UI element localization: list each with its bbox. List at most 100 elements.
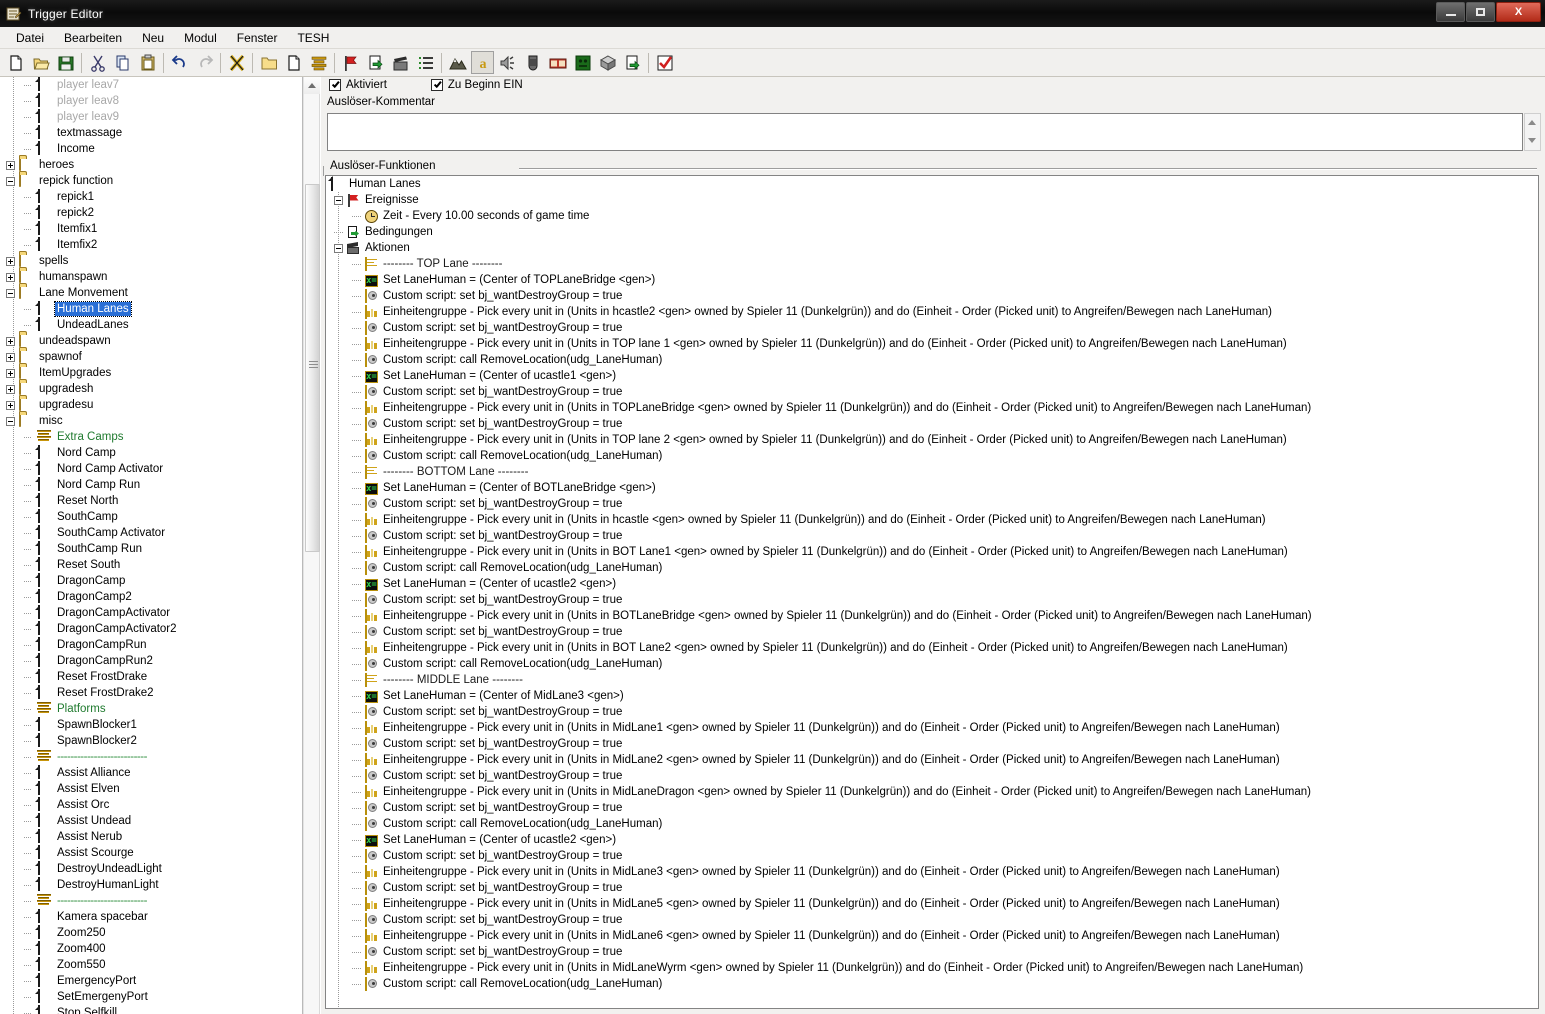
function-row[interactable]: Custom script: set bj_wantDestroyGroup =…: [326, 768, 1538, 784]
scroll-up-arrow-icon[interactable]: [1528, 120, 1536, 125]
function-row[interactable]: Custom script: set bj_wantDestroyGroup =…: [326, 416, 1538, 432]
tree-item[interactable]: DestroyUndeadLight: [0, 861, 302, 877]
paste-icon[interactable]: [136, 51, 159, 74]
function-row[interactable]: Custom script: set bj_wantDestroyGroup =…: [326, 528, 1538, 544]
tree-item[interactable]: SpawnBlocker1: [0, 717, 302, 733]
function-row[interactable]: Einheitengruppe - Pick every unit in (Un…: [326, 864, 1538, 880]
function-row[interactable]: Einheitengruppe - Pick every unit in (Un…: [326, 752, 1538, 768]
tree-item[interactable]: SetEmergenyPort: [0, 989, 302, 1005]
expand-icon[interactable]: [6, 336, 15, 346]
tree-item[interactable]: Reset FrostDrake2: [0, 685, 302, 701]
expand-icon[interactable]: [6, 368, 15, 378]
scroll-down-arrow-icon[interactable]: [1528, 138, 1536, 143]
new-condition-icon[interactable]: [364, 51, 387, 74]
function-row[interactable]: Custom script: set bj_wantDestroyGroup =…: [326, 736, 1538, 752]
tree-item[interactable]: Nord Camp Activator: [0, 461, 302, 477]
tree-item[interactable]: Nord Camp Run: [0, 477, 302, 493]
tree-item[interactable]: ---------------------------: [0, 749, 302, 765]
tree-item[interactable]: spells: [0, 253, 302, 269]
function-row[interactable]: x= Set LaneHuman = (Center of MidLane3 <g…: [326, 688, 1538, 704]
cut-icon[interactable]: [86, 51, 109, 74]
collapse-icon[interactable]: [6, 288, 15, 298]
trigger-tree-panel[interactable]: player leav7 player leav8 player leav9 text…: [0, 77, 303, 1014]
new-category-icon[interactable]: [257, 51, 280, 74]
tree-item[interactable]: repick2: [0, 205, 302, 221]
function-row[interactable]: Einheitengruppe - Pick every unit in (Un…: [326, 304, 1538, 320]
tree-item[interactable]: Kamera spacebar: [0, 909, 302, 925]
tree-item[interactable]: SpawnBlocker2: [0, 733, 302, 749]
tree-item[interactable]: textmassage: [0, 125, 302, 141]
function-row[interactable]: Einheitengruppe - Pick every unit in (Un…: [326, 928, 1538, 944]
function-row[interactable]: -------- BOTTOM Lane --------: [326, 464, 1538, 480]
undo-icon[interactable]: [168, 51, 191, 74]
function-row[interactable]: Custom script: set bj_wantDestroyGroup =…: [326, 320, 1538, 336]
tree-item[interactable]: upgradesh: [0, 381, 302, 397]
tree-item[interactable]: misc: [0, 413, 302, 429]
function-row[interactable]: Einheitengruppe - Pick every unit in (Un…: [326, 336, 1538, 352]
tree-item[interactable]: upgradesu: [0, 397, 302, 413]
function-row[interactable]: Bedingungen: [326, 224, 1538, 240]
enabled-checkbox[interactable]: [329, 79, 341, 91]
tree-scrollbar[interactable]: [303, 77, 320, 1014]
function-row[interactable]: Einheitengruppe - Pick every unit in (Un…: [326, 784, 1538, 800]
tree-item[interactable]: Nord Camp: [0, 445, 302, 461]
function-row[interactable]: Aktionen: [326, 240, 1538, 256]
function-row[interactable]: Custom script: set bj_wantDestroyGroup =…: [326, 944, 1538, 960]
function-row[interactable]: Einheitengruppe - Pick every unit in (Un…: [326, 400, 1538, 416]
terrain-editor-icon[interactable]: [446, 51, 469, 74]
collapse-icon[interactable]: [334, 195, 343, 205]
function-row[interactable]: Einheitengruppe - Pick every unit in (Un…: [326, 640, 1538, 656]
function-row[interactable]: Custom script: call RemoveLocation(udg_L…: [326, 448, 1538, 464]
function-row[interactable]: Custom script: set bj_wantDestroyGroup =…: [326, 800, 1538, 816]
tree-item[interactable]: ItemUpgrades: [0, 365, 302, 381]
tree-item[interactable]: player leav8: [0, 93, 302, 109]
function-row[interactable]: Zeit - Every 10.00 seconds of game time: [326, 208, 1538, 224]
tree-item[interactable]: Reset South: [0, 557, 302, 573]
close-x-icon[interactable]: [225, 51, 248, 74]
tree-item[interactable]: Reset North: [0, 493, 302, 509]
menu-fenster[interactable]: Fenster: [227, 29, 288, 47]
trigger-editor-icon[interactable]: a: [471, 51, 494, 74]
function-row[interactable]: x= Set LaneHuman = (Center of TOPLaneBrid…: [326, 272, 1538, 288]
copy-icon[interactable]: [111, 51, 134, 74]
menu-tesh[interactable]: TESH: [287, 29, 339, 47]
tree-item[interactable]: Assist Elven: [0, 781, 302, 797]
tree-item[interactable]: Lane Monvement: [0, 285, 302, 301]
function-row[interactable]: x= Set LaneHuman = (Center of ucastle2 <g…: [326, 832, 1538, 848]
menu-modul[interactable]: Modul: [174, 29, 227, 47]
expand-icon[interactable]: [6, 160, 15, 170]
tree-item[interactable]: Itemfix2: [0, 237, 302, 253]
tree-item[interactable]: spawnof: [0, 349, 302, 365]
function-row[interactable]: Einheitengruppe - Pick every unit in (Un…: [326, 720, 1538, 736]
comment-scrollbar[interactable]: [1524, 113, 1541, 151]
close-button[interactable]: X: [1496, 2, 1541, 22]
initially-on-checkbox[interactable]: [430, 79, 443, 91]
tree-item[interactable]: DragonCamp2: [0, 589, 302, 605]
tree-item[interactable]: SouthCamp Run: [0, 541, 302, 557]
function-row[interactable]: Einheitengruppe - Pick every unit in (Un…: [326, 960, 1538, 976]
function-row[interactable]: Human Lanes: [326, 176, 1538, 192]
function-row[interactable]: Einheitengruppe - Pick every unit in (Un…: [326, 544, 1538, 560]
menu-neu[interactable]: Neu: [132, 29, 174, 47]
tree-item[interactable]: Income: [0, 141, 302, 157]
function-row[interactable]: Einheitengruppe - Pick every unit in (Un…: [326, 896, 1538, 912]
new-comment-icon[interactable]: [307, 51, 330, 74]
tree-item[interactable]: repick1: [0, 189, 302, 205]
new-trigger-icon[interactable]: [282, 51, 305, 74]
tree-item[interactable]: Assist Nerub: [0, 829, 302, 845]
tree-item[interactable]: player leav7: [0, 77, 302, 93]
function-row[interactable]: x= Set LaneHuman = (Center of ucastle1 <g…: [326, 368, 1538, 384]
redo-icon[interactable]: [193, 51, 216, 74]
function-row[interactable]: Custom script: call RemoveLocation(udg_L…: [326, 352, 1538, 368]
new-event-icon[interactable]: [339, 51, 362, 74]
function-row[interactable]: Custom script: set bj_wantDestroyGroup =…: [326, 288, 1538, 304]
tree-item[interactable]: Human Lanes: [0, 301, 302, 317]
tree-item[interactable]: DragonCamp: [0, 573, 302, 589]
object-manager-icon[interactable]: [596, 51, 619, 74]
new-action-icon[interactable]: [389, 51, 412, 74]
scroll-up-arrow-icon[interactable]: [304, 77, 320, 94]
function-row[interactable]: Einheitengruppe - Pick every unit in (Un…: [326, 432, 1538, 448]
function-row[interactable]: Einheitengruppe - Pick every unit in (Un…: [326, 512, 1538, 528]
function-row[interactable]: x= Set LaneHuman = (Center of BOTLaneBrid…: [326, 480, 1538, 496]
function-row[interactable]: Custom script: set bj_wantDestroyGroup =…: [326, 592, 1538, 608]
